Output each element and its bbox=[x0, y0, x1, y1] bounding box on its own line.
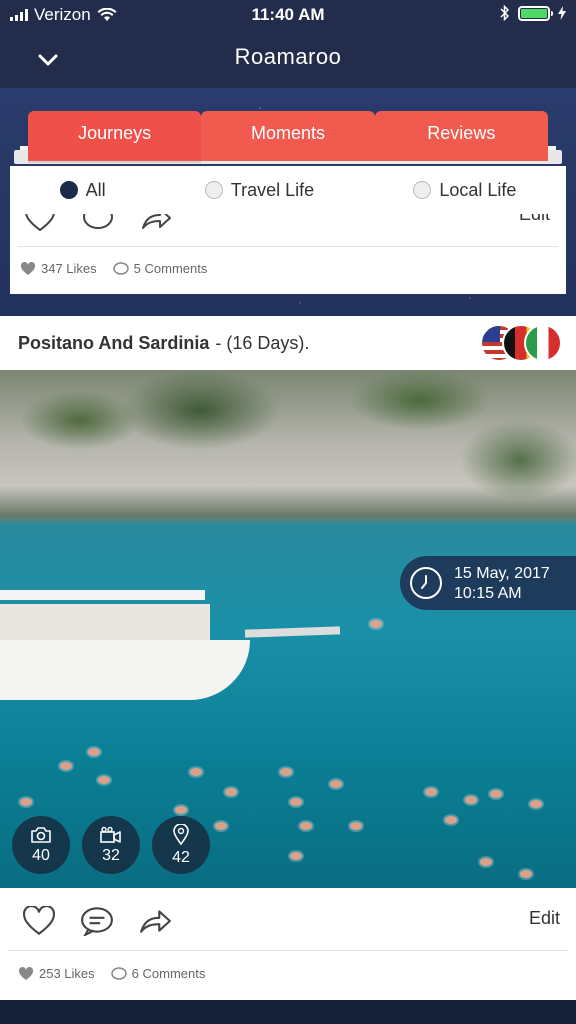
top-bar: Verizon 11:40 AM Roamaroo bbox=[0, 0, 576, 88]
edit-button[interactable]: Edit bbox=[519, 214, 550, 225]
card-title: Positano And Sardinia bbox=[18, 332, 210, 353]
clock-icon bbox=[410, 567, 442, 599]
comment-icon bbox=[110, 966, 127, 980]
tab-journeys[interactable]: Journeys bbox=[28, 111, 202, 161]
likes-count[interactable]: 253 Likes bbox=[18, 966, 95, 981]
journey-card: Positano And Sardinia - (16 Days). 15 Ma… bbox=[0, 316, 576, 1000]
photos-stat[interactable]: 40 bbox=[12, 816, 70, 874]
card-duration: - (16 Days). bbox=[215, 332, 310, 353]
card-meta: 347 Likes 5 Comments bbox=[20, 261, 207, 276]
filter-all[interactable]: All bbox=[59, 179, 106, 201]
card-actions bbox=[24, 214, 172, 232]
divider bbox=[8, 950, 568, 951]
journey-card: Edit 347 Likes 5 Comments bbox=[10, 214, 566, 294]
status-bar: Verizon 11:40 AM bbox=[0, 0, 576, 30]
share-icon[interactable] bbox=[138, 906, 172, 936]
filter-travel-life[interactable]: Travel Life bbox=[204, 179, 315, 201]
heart-icon bbox=[20, 261, 36, 275]
card-actions bbox=[22, 906, 172, 936]
comment-icon[interactable] bbox=[82, 214, 114, 232]
videos-count: 32 bbox=[102, 846, 120, 864]
boat-gangway bbox=[244, 626, 341, 638]
comments-count[interactable]: 6 Comments bbox=[110, 966, 206, 981]
country-flags bbox=[480, 324, 562, 362]
date-text: 15 May, 2017 10:15 AM bbox=[454, 564, 550, 604]
date-badge: 15 May, 2017 10:15 AM bbox=[400, 556, 576, 610]
tab-reviews[interactable]: Reviews bbox=[374, 111, 548, 161]
italy-flag-icon bbox=[524, 324, 562, 362]
radio-selected-icon bbox=[59, 181, 78, 199]
comment-icon[interactable] bbox=[80, 906, 114, 936]
filter-local-life[interactable]: Local Life bbox=[413, 180, 516, 201]
filter-label: All bbox=[85, 179, 106, 200]
radio-icon bbox=[413, 181, 432, 199]
share-icon[interactable] bbox=[140, 214, 172, 232]
filter-label: Travel Life bbox=[230, 179, 315, 200]
bluetooth-icon bbox=[500, 5, 510, 21]
charging-icon bbox=[558, 6, 566, 20]
status-time: 11:40 AM bbox=[251, 5, 325, 24]
camera-icon bbox=[31, 826, 51, 843]
heart-icon[interactable] bbox=[24, 214, 56, 232]
videos-stat[interactable]: 32 bbox=[82, 816, 140, 874]
locations-count: 42 bbox=[172, 848, 190, 866]
tab-moments[interactable]: Moments bbox=[201, 111, 375, 161]
cliff-scenery bbox=[0, 370, 576, 515]
edit-button[interactable]: Edit bbox=[529, 908, 560, 929]
likes-count[interactable]: 347 Likes bbox=[20, 261, 97, 276]
comments-label: 5 Comments bbox=[133, 261, 208, 276]
filter-label: Local Life bbox=[439, 179, 517, 200]
map-pin-icon bbox=[173, 823, 189, 845]
filter-row: All Travel Life Local Life bbox=[10, 166, 566, 214]
heart-icon[interactable] bbox=[22, 906, 56, 936]
video-camera-icon bbox=[100, 826, 121, 843]
journey-photo[interactable]: 15 May, 2017 10:15 AM 40 32 42 bbox=[0, 370, 576, 888]
tab-bar: Journeys Moments Reviews bbox=[28, 111, 548, 161]
boat bbox=[0, 590, 250, 700]
likes-label: 347 Likes bbox=[41, 261, 97, 276]
media-stats: 40 32 42 bbox=[12, 816, 210, 874]
post-date: 15 May, 2017 bbox=[454, 565, 550, 582]
likes-label: 253 Likes bbox=[39, 966, 95, 981]
page-title: Roamaroo bbox=[234, 44, 342, 69]
comments-count[interactable]: 5 Comments bbox=[112, 261, 208, 276]
comments-label: 6 Comments bbox=[131, 966, 206, 981]
post-time: 10:15 AM bbox=[454, 585, 522, 602]
status-right bbox=[500, 5, 566, 21]
heart-icon bbox=[18, 966, 34, 980]
card-meta: 253 Likes 6 Comments bbox=[18, 966, 205, 981]
comment-icon bbox=[112, 261, 129, 275]
radio-icon bbox=[204, 181, 223, 199]
divider bbox=[18, 246, 558, 247]
locations-stat[interactable]: 42 bbox=[152, 816, 210, 874]
battery-icon bbox=[518, 5, 553, 21]
photos-count: 40 bbox=[32, 846, 50, 864]
